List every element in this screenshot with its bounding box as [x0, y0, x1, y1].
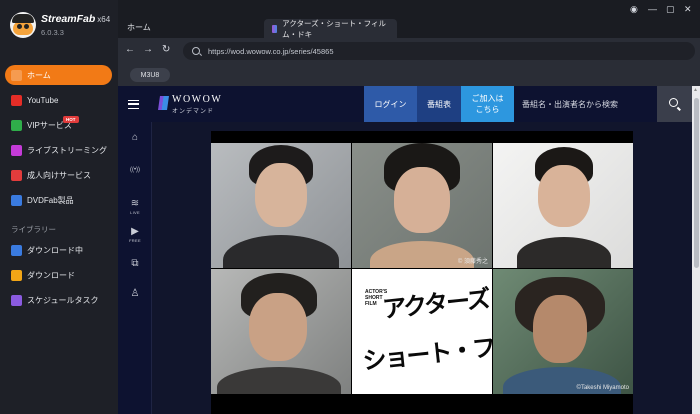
sidebar-item-youtube[interactable]: YouTube [5, 90, 112, 110]
sidebar-item-adult-service[interactable]: 成人向けサービス [5, 165, 112, 185]
page-scrollbar[interactable]: ▲ [692, 86, 700, 414]
dvdfab-icon [11, 194, 22, 206]
site-search-button[interactable] [657, 86, 692, 122]
actor-portrait-5: ©Takeshi Miyamoto [493, 269, 633, 394]
site-nav-library-icon[interactable]: ⧉ [128, 258, 142, 270]
schedule-task-icon [11, 294, 22, 306]
app-version: 6.0.3.3 [41, 28, 64, 37]
live-icon: ≋ [130, 198, 140, 209]
site-nav-account-icon[interactable]: ♙ [128, 288, 142, 300]
sidebar-item-home[interactable]: ホーム [5, 65, 112, 85]
adult-service-icon [11, 169, 22, 181]
search-icon [192, 47, 200, 55]
library-title: ライブラリー [11, 225, 56, 234]
url-input[interactable]: https://wod.wowow.co.jp/series/45865 [183, 42, 695, 60]
logo-sub: オンデマンド [172, 109, 215, 115]
youtube-icon [11, 94, 22, 106]
title-line-2: ショート・フィルム [361, 327, 492, 376]
search-icon [669, 98, 678, 107]
title-line-1: アクターズ・ [381, 283, 492, 324]
scroll-up-icon[interactable]: ▲ [693, 87, 698, 93]
sidebar-item-schedule-task[interactable]: スケジュールタスク [5, 290, 112, 310]
reload-icon[interactable]: ↻ [162, 45, 170, 55]
wowow-mark-icon [158, 96, 169, 110]
sidebar-item-label: ダウンロード中 [27, 245, 83, 255]
join-line2: こちら [475, 105, 500, 114]
join-line1: ご加入は [471, 94, 504, 103]
title-small-text: ACTOR'S SHORT FILM [365, 289, 388, 307]
home-icon [11, 69, 22, 81]
tab-home[interactable]: ホーム [127, 22, 151, 33]
sidebar-item-label: ダウンロード [27, 270, 75, 280]
sidebar-item-downloading[interactable]: ダウンロード中 [5, 240, 112, 260]
downloaded-icon [11, 269, 22, 281]
vip-key-icon [11, 119, 22, 131]
tab-active-page[interactable]: アクターズ・ショート・フィルム・ドキ [264, 18, 397, 39]
sidebar-item-dvdfab[interactable]: DVDFab製品 [5, 190, 112, 210]
site-nav-caption: FREE [129, 238, 141, 243]
m3u8-button[interactable]: M3U8 [130, 68, 170, 82]
account-icon: ♙ [130, 288, 140, 299]
app-name: StreamFab x64 [41, 13, 111, 25]
site-header: WOWOW オンデマンド ログイン 番組表 ご加入はこちら 番組名・出演者名から… [118, 86, 692, 122]
photo-credit-bottom: ©Takeshi Miyamoto [576, 385, 629, 391]
tab-active-title: アクターズ・ショート・フィルム・ドキ [282, 18, 386, 39]
forward-icon[interactable]: → [143, 45, 153, 55]
site-side-nav: ⌂ ((•)) ≋ LIVE ▶ FREE ⧉ ♙ [118, 122, 152, 414]
hot-badge: HOT [63, 116, 79, 123]
library-icon: ⧉ [131, 258, 139, 269]
maximize-icon[interactable]: ▢ [666, 4, 675, 15]
site-nav-free-icon[interactable]: ▶ FREE [128, 226, 142, 243]
minimize-icon[interactable]: — [648, 4, 657, 14]
sidebar-item-label: ライブストリーミング [27, 145, 107, 155]
streamfab-window: StreamFab x64 6.0.3.3 ホーム YouTube VIPサービス HO… [0, 0, 700, 414]
site-search-input[interactable]: 番組名・出演者名から検索 [514, 86, 657, 122]
actor-portrait-1 [211, 143, 351, 268]
sidebar-item-downloaded[interactable]: ダウンロード [5, 265, 112, 285]
sidebar-item-live-stream[interactable]: ライブストリーミング [5, 140, 112, 160]
scrollbar-thumb[interactable] [693, 98, 699, 268]
wowow-tab-icon [272, 24, 278, 33]
streamfab-logo-icon [10, 12, 36, 38]
site-nav-live-icon[interactable]: ≋ LIVE [128, 198, 142, 215]
site-nav-home-icon[interactable]: ⌂ [128, 132, 142, 144]
web-content: WOWOW オンデマンド ログイン 番組表 ご加入はこちら 番組名・出演者名から… [118, 86, 692, 414]
logo-word: WOWOW [172, 94, 223, 105]
actor-portrait-2: © 須藤秀之 [352, 143, 492, 268]
wowow-logo[interactable]: WOWOW オンデマンド [158, 94, 239, 116]
series-title-card: ACTOR'S SHORT FILM アクターズ・ ショート・フィルム [352, 269, 492, 394]
home-icon: ⌂ [131, 132, 139, 143]
sidebar-item-label: ホーム [27, 70, 51, 80]
brand: StreamFab x64 6.0.3.3 [10, 10, 110, 42]
downloading-icon [11, 244, 22, 256]
back-icon[interactable]: ← [125, 45, 135, 55]
tab-bar: ホーム アクターズ・ショート・フィルム・ドキ ◉ — ▢ ✕ [118, 0, 700, 39]
url-text: https://wod.wowow.co.jp/series/45865 [208, 46, 334, 56]
settings-icon[interactable]: ◉ [630, 4, 638, 15]
program-guide-button[interactable]: 番組表 [417, 86, 461, 122]
site-nav-broadcast-icon[interactable]: ((•)) [128, 164, 142, 176]
sidebar-item-label: 成人向けサービス [27, 170, 91, 180]
address-bar: ← → ↻ https://wod.wowow.co.jp/series/458… [118, 38, 700, 64]
broadcast-icon: ((•)) [129, 167, 141, 173]
actor-portrait-4 [211, 269, 351, 394]
toolbar-row: M3U8 [118, 64, 700, 86]
free-icon: ▶ [131, 226, 139, 237]
login-button[interactable]: ログイン [364, 86, 417, 122]
hamburger-menu-icon[interactable] [128, 100, 139, 109]
series-key-visual: © 須藤秀之 ACTOR'S SHORT FILM アクターズ・ ショート・フィ… [211, 131, 633, 414]
sidebar-item-vip-key[interactable]: VIPサービス HOT [5, 115, 112, 135]
join-button[interactable]: ご加入は こちら [461, 86, 514, 122]
sidebar-item-label: YouTube [27, 95, 59, 105]
app-arch: x64 [97, 15, 111, 24]
sidebar-item-label: スケジュールタスク [27, 295, 99, 305]
sidebar-item-label: DVDFab製品 [27, 195, 74, 205]
live-stream-icon [11, 144, 22, 156]
close-icon[interactable]: ✕ [684, 4, 692, 15]
photo-credit-top: © 須藤秀之 [457, 259, 488, 265]
app-sidebar: StreamFab x64 6.0.3.3 ホーム YouTube VIPサービス HO… [0, 0, 118, 414]
site-nav-caption: LIVE [130, 210, 140, 215]
actor-portrait-3 [493, 143, 633, 268]
